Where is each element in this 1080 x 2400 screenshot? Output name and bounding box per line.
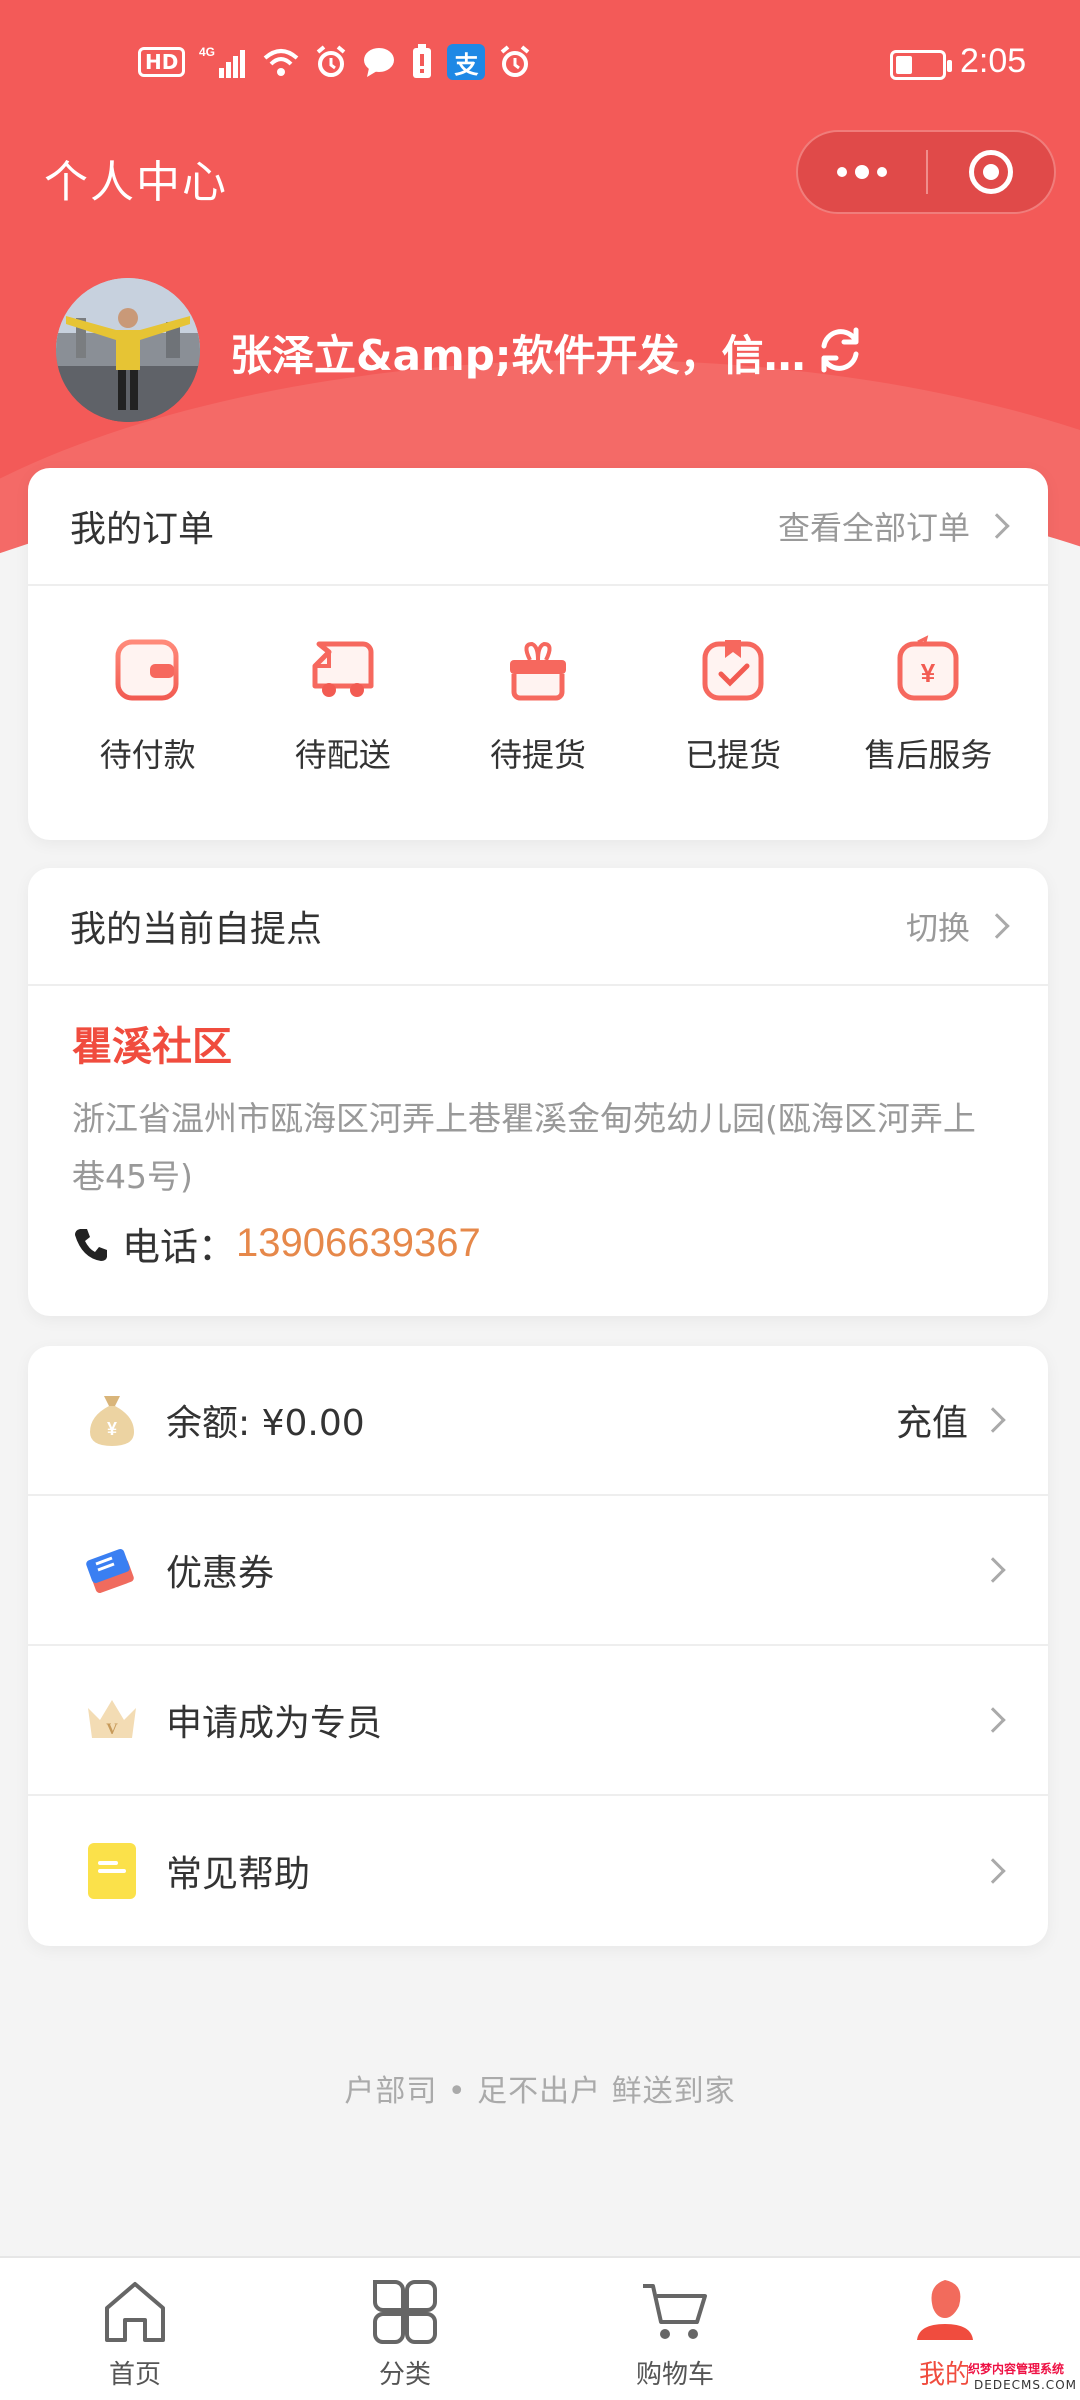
watermark-line2: DEDECMS.COM xyxy=(974,2378,1077,2392)
coupon-label: 优惠券 xyxy=(166,1553,275,1594)
target-icon xyxy=(969,150,1013,194)
help-label: 常见帮助 xyxy=(166,1854,311,1895)
view-all-orders-link[interactable]: 查看全部订单 xyxy=(777,503,1010,549)
tab-category[interactable]: 分类 xyxy=(270,2258,540,2400)
order-after-sales-label: 售后服务 xyxy=(864,736,993,774)
order-pending-pickup-label: 待提货 xyxy=(489,736,586,774)
hd-icon: HD xyxy=(138,47,186,77)
mini-program-capsule xyxy=(796,130,1056,214)
chevron-right-icon xyxy=(980,1707,1006,1733)
tab-mine-label: 我的 xyxy=(918,2360,971,2390)
pickup-phone-row: 电话： 13906639367 xyxy=(72,1216,1004,1271)
order-pending-delivery-label: 待配送 xyxy=(294,736,391,774)
recharge-link[interactable]: 充值 xyxy=(895,1394,1006,1446)
apply-specialist-row[interactable]: V 申请成为专员 xyxy=(28,1646,1048,1796)
pickup-point-card: 我的当前自提点 切换 瞿溪社区 浙江省温州市瓯海区河弄上巷瞿溪金甸苑幼儿园(瓯海… xyxy=(28,868,1048,1316)
watermark-line1: 织梦内容管理系统 xyxy=(968,2362,1065,2376)
category-icon xyxy=(373,2280,437,2344)
cart-icon xyxy=(643,2284,707,2339)
switch-pickup-label: 切换 xyxy=(905,909,970,947)
close-mini-program-button[interactable] xyxy=(928,132,1054,212)
chevron-right-icon xyxy=(980,1858,1006,1884)
pickup-title: 我的当前自提点 xyxy=(70,909,323,950)
tab-cart-label: 购物车 xyxy=(635,2360,714,2390)
phone-label: 电话： xyxy=(122,1225,237,1269)
order-picked-up[interactable]: 已提货 xyxy=(643,632,823,776)
money-bag-icon: ¥ xyxy=(82,1390,142,1450)
tab-home[interactable]: 首页 xyxy=(0,2258,270,2400)
crown-icon: V xyxy=(82,1690,142,1750)
user-icon xyxy=(917,2280,973,2340)
order-after-sales[interactable]: ¥ 售后服务 xyxy=(838,632,1018,776)
svg-text:V: V xyxy=(106,1721,118,1738)
order-pending-delivery[interactable]: 待配送 xyxy=(253,632,433,776)
pickup-header: 我的当前自提点 切换 xyxy=(28,868,1048,986)
cellular-signal-icon: 4G xyxy=(199,44,247,80)
order-pending-pickup[interactable]: 待提货 xyxy=(448,632,628,776)
dot-icon xyxy=(855,165,869,179)
account-menu-card: ¥ 余额: ¥0.00 充值 优惠券 V 申请成为专员 常见帮助 xyxy=(28,1346,1048,1946)
page-title: 个人中心 xyxy=(44,157,228,208)
more-options-button[interactable] xyxy=(798,132,926,212)
note-icon xyxy=(82,1841,142,1901)
pickup-address: 浙江省温州市瓯海区河弄上巷瞿溪金甸苑幼儿园(瓯海区河弄上巷45号) xyxy=(72,1099,976,1196)
orders-header: 我的订单 查看全部订单 xyxy=(28,468,1048,586)
refresh-icon[interactable] xyxy=(814,324,866,376)
battery-alert-icon xyxy=(411,44,433,80)
status-bar: HD 4G 支 2:05 xyxy=(0,0,1080,130)
wallet-icon xyxy=(115,639,179,701)
message-icon xyxy=(361,44,397,80)
yuan-refund-icon: ¥ xyxy=(897,635,959,701)
avatar[interactable] xyxy=(56,278,200,422)
order-pending-payment[interactable]: 待付款 xyxy=(58,632,238,776)
delivery-truck-icon xyxy=(312,641,374,697)
help-row[interactable]: 常见帮助 xyxy=(28,1796,1048,1946)
watermark: 织梦内容管理系统 DEDECMS.COM xyxy=(968,2354,1080,2400)
bottom-tab-bar: 首页 分类 购物车 我的 xyxy=(0,2256,1080,2400)
chevron-right-icon xyxy=(980,1557,1006,1583)
chevron-right-icon xyxy=(984,913,1010,939)
phone-number-link[interactable]: 13906639367 xyxy=(236,1221,481,1266)
apply-specialist-label: 申请成为专员 xyxy=(166,1703,383,1744)
switch-pickup-link[interactable]: 切换 xyxy=(905,903,1010,949)
battery-icon xyxy=(890,50,952,80)
chevron-right-icon xyxy=(980,1407,1006,1433)
coupon-row[interactable]: 优惠券 xyxy=(28,1496,1048,1646)
balance-label: 余额: ¥0.00 xyxy=(166,1403,365,1444)
status-time: 2:05 xyxy=(960,42,1027,80)
recharge-label: 充值 xyxy=(895,1403,968,1444)
phone-icon xyxy=(75,1228,107,1261)
chevron-right-icon xyxy=(984,513,1010,539)
coupon-icon xyxy=(82,1540,142,1600)
tab-cart[interactable]: 购物车 xyxy=(540,2258,810,2400)
dot-icon xyxy=(877,167,887,177)
wifi-icon xyxy=(261,44,301,80)
svg-text:¥: ¥ xyxy=(107,1419,117,1439)
alarm-icon xyxy=(499,44,531,80)
pickup-name: 瞿溪社区 xyxy=(72,1024,232,1070)
orders-title: 我的订单 xyxy=(70,509,215,550)
order-picked-up-label: 已提货 xyxy=(685,736,782,774)
orders-card: 我的订单 查看全部订单 待付款 待配送 待提货 已提货 ¥ 售后服务 xyxy=(28,468,1048,840)
home-icon xyxy=(105,2282,165,2342)
user-name[interactable]: 张泽立&amp;软件开发，信… xyxy=(230,322,806,383)
svg-text:4G: 4G xyxy=(199,45,215,59)
balance-row[interactable]: ¥ 余额: ¥0.00 充值 xyxy=(28,1346,1048,1496)
gift-box-icon xyxy=(509,641,566,701)
alarm-icon xyxy=(315,44,347,80)
tab-category-label: 分类 xyxy=(378,2360,431,2390)
footer-slogan: 户部司 • 足不出户 鲜送到家 xyxy=(344,2074,736,2109)
view-all-orders-label: 查看全部订单 xyxy=(777,509,970,547)
dot-icon xyxy=(837,167,847,177)
bag-check-icon xyxy=(702,640,764,701)
order-pending-payment-label: 待付款 xyxy=(99,736,196,774)
alipay-icon: 支 xyxy=(447,44,486,80)
tab-home-label: 首页 xyxy=(108,2360,161,2390)
svg-text:¥: ¥ xyxy=(921,658,936,688)
